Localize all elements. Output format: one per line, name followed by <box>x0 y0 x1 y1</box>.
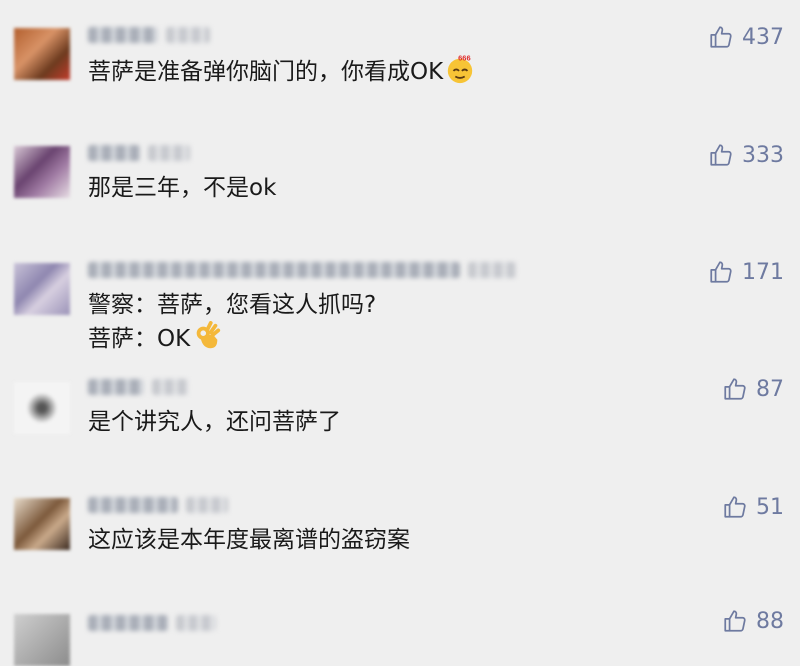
like-count: 171 <box>742 259 784 285</box>
comment-meta <box>88 259 516 281</box>
avatar[interactable] <box>14 498 70 550</box>
like-button[interactable]: 437 <box>708 24 784 50</box>
comment-line: 警察：菩萨，您看这人抓吗? <box>88 292 377 318</box>
username-blurred[interactable] <box>88 379 144 395</box>
like-count: 88 <box>756 608 784 634</box>
like-count: 437 <box>742 24 784 50</box>
comment-meta <box>88 494 228 516</box>
location-blurred <box>468 262 516 278</box>
thumbs-up-icon <box>724 496 746 518</box>
avatar[interactable] <box>14 146 70 198</box>
thumbs-up-icon <box>710 261 732 283</box>
location-blurred <box>186 497 228 513</box>
comment-text: 那是三年，不是ok <box>88 175 277 201</box>
avatar[interactable] <box>14 28 70 80</box>
comment-text: 这应该是本年度最离谱的盗窃案 <box>88 527 410 553</box>
comment-item: 这应该是本年度最离谱的盗窃案 51 <box>0 494 800 584</box>
avatar[interactable] <box>14 614 70 666</box>
username-blurred[interactable] <box>88 27 158 43</box>
666-face-emoji: 666 <box>448 54 473 84</box>
comment-meta <box>88 376 188 398</box>
comment-item: 是个讲究人，还问菩萨了 87 <box>0 376 800 466</box>
thumbs-up-icon <box>710 144 732 166</box>
location-blurred <box>152 379 188 395</box>
comment-text: 警察：菩萨，您看这人抓吗? 菩萨：OK <box>88 289 376 355</box>
comment-text: 菩萨是准备弹你脑门的，你看成OK 666 <box>88 54 475 88</box>
svg-text:666: 666 <box>458 54 471 63</box>
thumbs-up-icon <box>724 378 746 400</box>
like-button[interactable]: 87 <box>722 376 784 402</box>
like-button[interactable]: 88 <box>722 608 784 634</box>
comment-meta <box>88 142 190 164</box>
comment-meta <box>88 24 210 46</box>
username-blurred[interactable] <box>88 615 168 631</box>
comment-item: 菩萨是准备弹你脑门的，你看成OK 666 437 <box>0 24 800 114</box>
username-blurred[interactable] <box>88 145 140 161</box>
location-blurred <box>148 145 190 161</box>
thumbs-up-icon <box>724 610 746 632</box>
comment-meta <box>88 612 216 634</box>
comment-item: 那是三年，不是ok 333 <box>0 142 800 232</box>
username-blurred[interactable] <box>88 262 460 278</box>
location-blurred <box>176 615 216 631</box>
like-button[interactable]: 51 <box>722 494 784 520</box>
like-count: 51 <box>756 494 784 520</box>
comment-item: 88 <box>0 606 800 666</box>
comment-line: 菩萨：OK <box>88 321 376 355</box>
comment-text: 是个讲究人，还问菩萨了 <box>88 409 341 435</box>
avatar[interactable] <box>14 263 70 315</box>
username-blurred[interactable] <box>88 497 178 513</box>
like-count: 87 <box>756 376 784 402</box>
thumbs-up-icon <box>710 26 732 48</box>
comment-item: 警察：菩萨，您看这人抓吗? 菩萨：OK 171 <box>0 259 800 369</box>
ok-hand-emoji <box>196 321 221 349</box>
like-button[interactable]: 333 <box>708 142 784 168</box>
location-blurred <box>166 27 210 43</box>
avatar[interactable] <box>14 382 70 434</box>
like-button[interactable]: 171 <box>708 259 784 285</box>
like-count: 333 <box>742 142 784 168</box>
